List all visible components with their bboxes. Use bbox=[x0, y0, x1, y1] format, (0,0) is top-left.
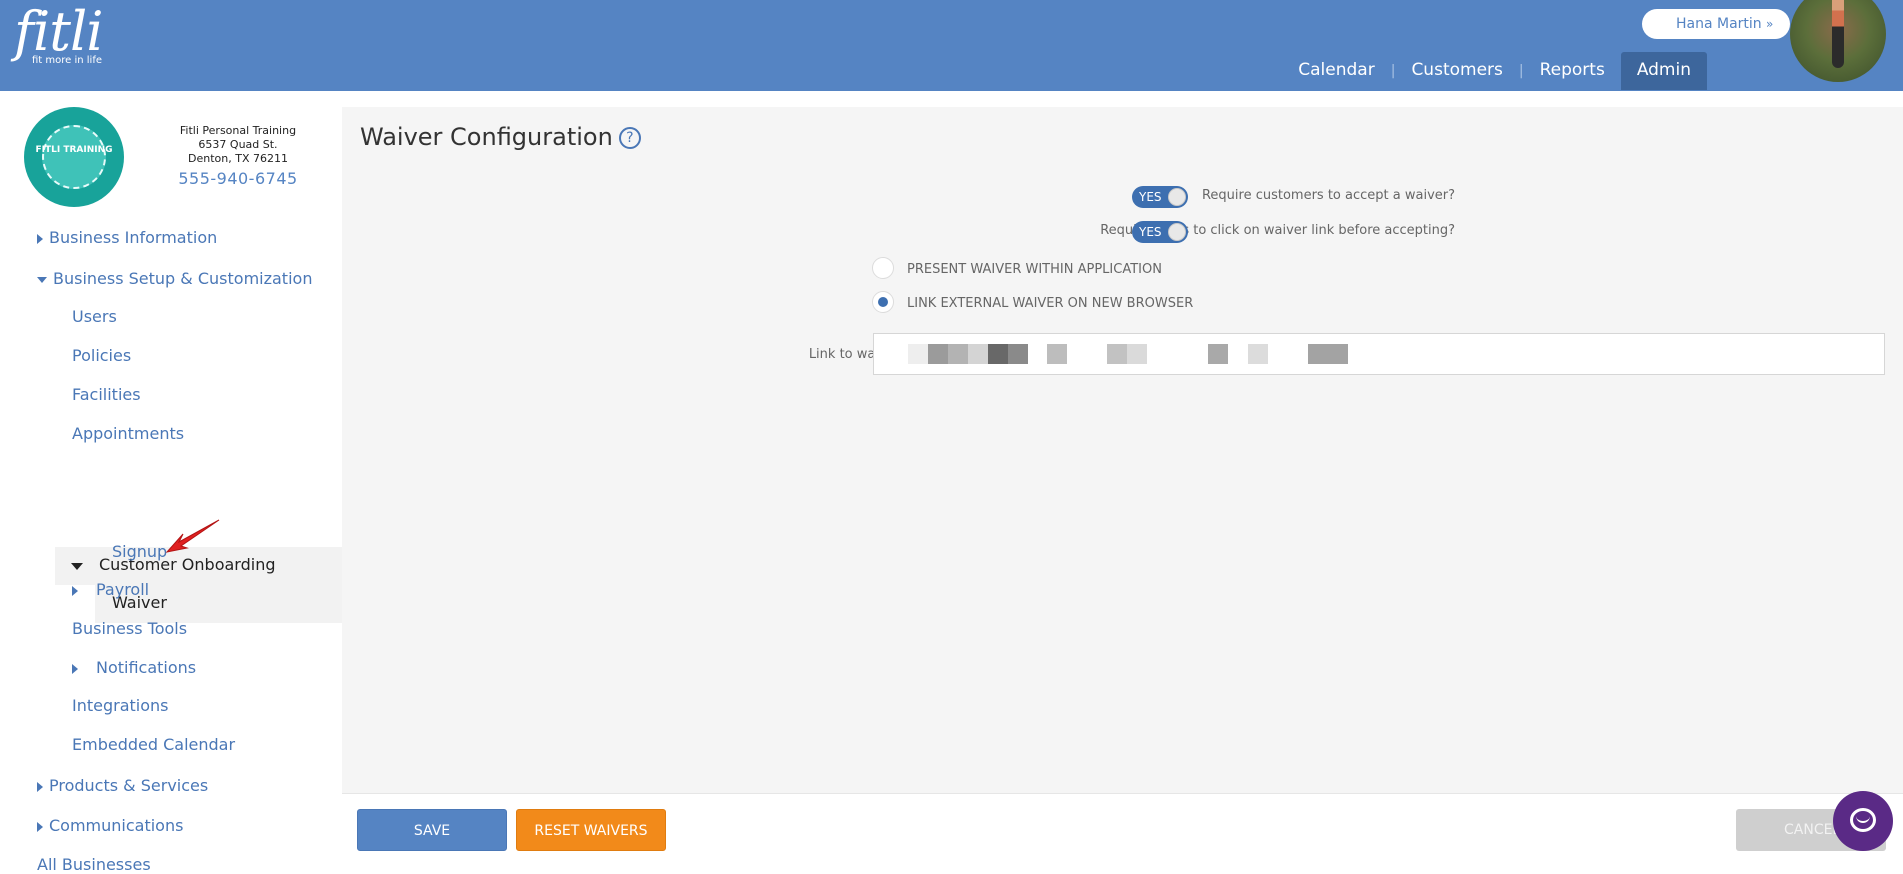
waiver-configuration-panel: Waiver Configuration? Require customers … bbox=[342, 107, 1903, 793]
business-name: Fitli Personal Training bbox=[179, 124, 297, 137]
business-info: Fitli Personal Training 6537 Quad St. De… bbox=[160, 124, 316, 189]
link-external-waiver-label: LINK EXTERNAL WAIVER ON NEW BROWSER bbox=[907, 296, 1194, 311]
present-waiver-label: PRESENT WAIVER WITHIN APPLICATION bbox=[907, 262, 1162, 277]
annotation-arrow bbox=[165, 519, 220, 553]
business-logo-text: FITLI TRAINING bbox=[35, 145, 113, 155]
business-phone: 555-940-6745 bbox=[178, 169, 298, 188]
present-waiver-radio[interactable] bbox=[872, 257, 894, 279]
logo-tagline: fit more in life bbox=[32, 55, 103, 66]
caret-right-icon bbox=[37, 233, 43, 244]
sidebar-item-policies[interactable]: Policies bbox=[72, 346, 131, 365]
require-click-toggle[interactable]: YES bbox=[1132, 221, 1188, 243]
page-title: Waiver Configuration? bbox=[360, 123, 641, 151]
user-name: Hana Martin bbox=[1676, 16, 1762, 32]
caret-down-icon bbox=[37, 276, 47, 283]
sidebar-item-facilities[interactable]: Facilities bbox=[72, 385, 141, 404]
business-logo: FITLI TRAINING bbox=[24, 107, 124, 207]
sidebar-item-payroll[interactable]: Payroll bbox=[72, 580, 149, 599]
business-address-line2: Denton, TX 76211 bbox=[188, 152, 288, 165]
require-accept-toggle[interactable]: YES bbox=[1132, 186, 1188, 208]
fitli-logo[interactable]: fitli fit more in life bbox=[14, 4, 103, 66]
chat-support-button[interactable] bbox=[1833, 791, 1893, 851]
logo-word: fitli bbox=[14, 0, 103, 63]
sidebar-item-products-services[interactable]: Products & Services bbox=[37, 776, 208, 795]
top-header: fitli fit more in life Hana Martin » Cal… bbox=[0, 0, 1903, 91]
sidebar-item-appointments[interactable]: Appointments bbox=[72, 424, 184, 443]
caret-right-icon bbox=[72, 585, 78, 596]
sidebar-item-integrations[interactable]: Integrations bbox=[72, 696, 169, 715]
caret-right-icon bbox=[37, 781, 43, 792]
caret-right-icon bbox=[72, 663, 78, 674]
admin-sidebar: FITLI TRAINING Fitli Personal Training 6… bbox=[0, 91, 342, 874]
nav-reports[interactable]: Reports bbox=[1524, 52, 1621, 90]
main-nav: Calendar | Customers | Reports Admin bbox=[1282, 52, 1707, 90]
sidebar-item-all-businesses[interactable]: All Businesses bbox=[37, 855, 151, 874]
business-address-line1: 6537 Quad St. bbox=[198, 138, 278, 151]
nav-customers[interactable]: Customers bbox=[1395, 52, 1518, 90]
user-menu-button[interactable]: Hana Martin » bbox=[1642, 9, 1790, 39]
sidebar-item-business-information[interactable]: Business Information bbox=[37, 228, 217, 247]
sidebar-item-signup[interactable]: Signup bbox=[112, 542, 167, 561]
caret-down-icon bbox=[71, 563, 83, 570]
link-external-waiver-radio[interactable] bbox=[872, 291, 894, 313]
chevron-down-icon: » bbox=[1766, 17, 1774, 31]
nav-calendar[interactable]: Calendar bbox=[1282, 52, 1390, 90]
waiver-link-input[interactable] bbox=[873, 333, 1885, 375]
sidebar-item-users[interactable]: Users bbox=[72, 307, 117, 326]
caret-right-icon bbox=[37, 821, 43, 832]
action-footer: SAVE RESET WAIVERS CANCEL bbox=[342, 793, 1903, 867]
sidebar-item-business-tools[interactable]: Business Tools bbox=[72, 619, 187, 638]
sidebar-item-notifications[interactable]: Notifications bbox=[72, 658, 196, 677]
sidebar-item-communications[interactable]: Communications bbox=[37, 816, 183, 835]
nav-admin[interactable]: Admin bbox=[1620, 52, 1707, 90]
sidebar-item-business-setup[interactable]: Business Setup & Customization bbox=[37, 269, 312, 288]
avatar[interactable] bbox=[1790, 0, 1886, 82]
help-icon[interactable]: ? bbox=[618, 127, 641, 149]
sidebar-item-embedded-calendar[interactable]: Embedded Calendar bbox=[72, 735, 235, 754]
reset-waivers-button[interactable]: RESET WAIVERS bbox=[516, 809, 666, 851]
save-button[interactable]: SAVE bbox=[357, 809, 507, 851]
